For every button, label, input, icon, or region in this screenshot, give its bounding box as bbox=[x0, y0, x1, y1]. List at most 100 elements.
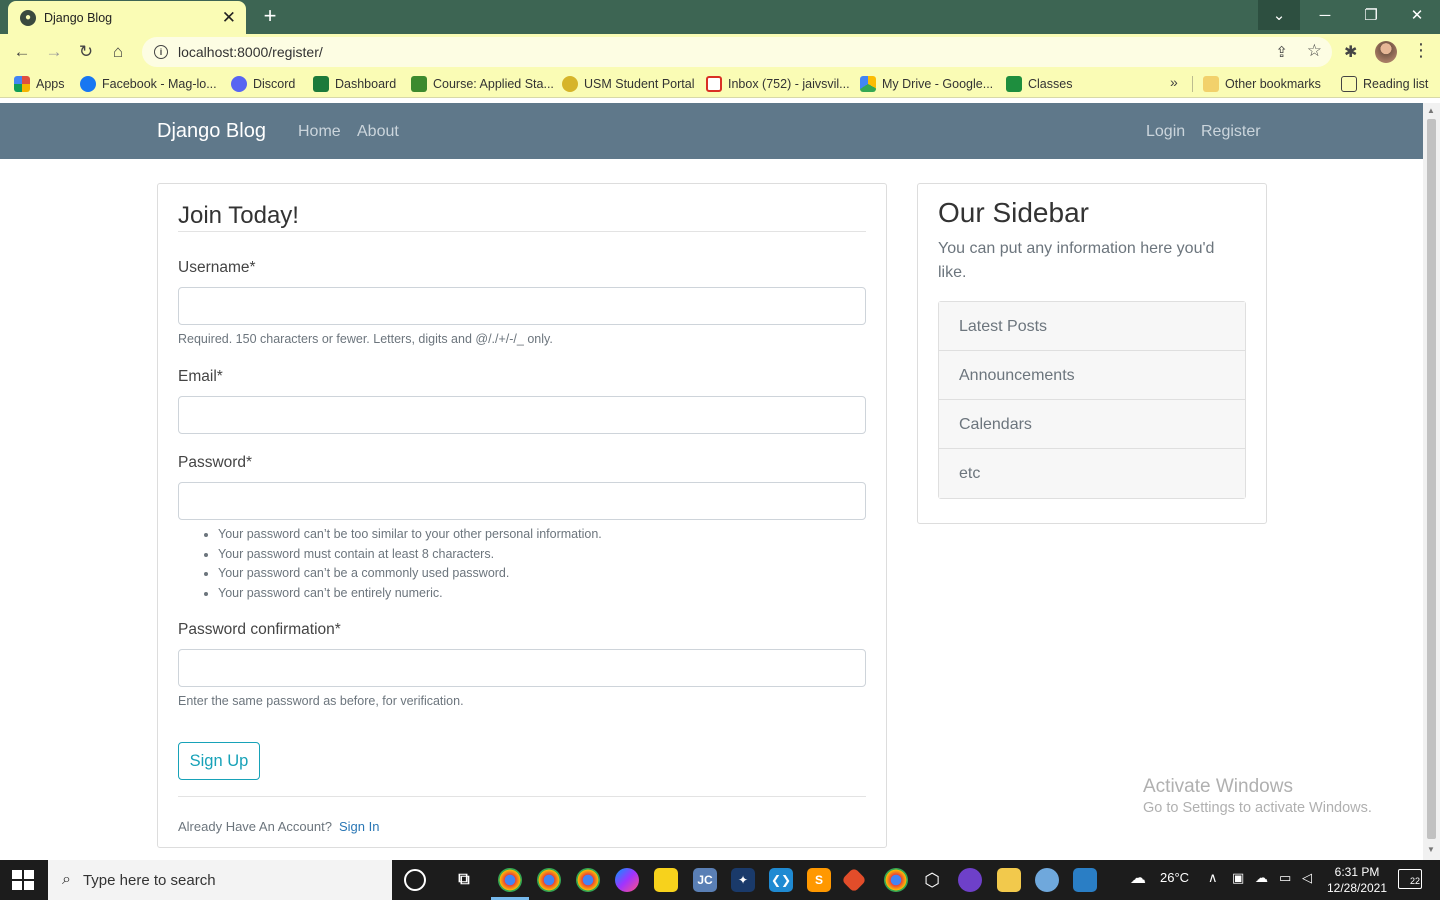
forward-arrow-icon[interactable]: → bbox=[42, 40, 66, 64]
scroll-down-icon[interactable]: ▼ bbox=[1427, 845, 1435, 854]
bookmark-gmail[interactable]: Inbox (752) - jaivsvil... bbox=[706, 76, 850, 92]
search-icon: ⌕ bbox=[62, 871, 71, 888]
email-input[interactable] bbox=[178, 396, 866, 434]
sticky-notes-icon[interactable] bbox=[654, 868, 678, 892]
username-label: Username* bbox=[178, 259, 256, 276]
clock-date: 12/28/2021 bbox=[1326, 881, 1388, 895]
minimize-window-icon[interactable]: ─ bbox=[1302, 0, 1348, 30]
meet-now-icon[interactable]: ▣ bbox=[1232, 870, 1244, 886]
home-icon[interactable]: ⌂ bbox=[106, 40, 130, 64]
new-tab-button[interactable]: + bbox=[258, 4, 282, 28]
tab-close-icon[interactable]: ✕ bbox=[222, 8, 236, 28]
other-bookmarks[interactable]: Other bookmarks bbox=[1203, 76, 1321, 92]
password-confirmation-label: Password confirmation* bbox=[178, 621, 341, 638]
taskbar-search-placeholder: Type here to search bbox=[82, 871, 216, 889]
taskbar-search-box[interactable]: ⌕ Type here to search bbox=[48, 860, 392, 900]
password-help-item: Your password can’t be a commonly used p… bbox=[218, 564, 602, 584]
watermark-subtitle: Go to Settings to activate Windows. bbox=[1143, 800, 1372, 816]
photos-icon[interactable] bbox=[1073, 868, 1097, 892]
task-view-icon[interactable]: ⧉ bbox=[452, 868, 476, 892]
tab-search-chevron-icon[interactable]: ⌄ bbox=[1258, 0, 1300, 30]
github-desktop-icon[interactable] bbox=[958, 868, 982, 892]
browser-tab[interactable]: ● Django Blog ✕ bbox=[8, 1, 246, 34]
site-brand[interactable]: Django Blog bbox=[157, 120, 266, 143]
sidebar-item-calendars[interactable]: Calendars bbox=[939, 400, 1245, 449]
sidebar-item-etc[interactable]: etc bbox=[939, 449, 1245, 498]
more-bookmarks-chevron-icon[interactable]: » bbox=[1170, 74, 1178, 90]
course-icon bbox=[411, 76, 427, 92]
taskbar-clock[interactable]: 6:31 PM 12/28/2021 bbox=[1326, 864, 1388, 896]
chrome-profile-2-icon[interactable] bbox=[576, 868, 600, 892]
google-classroom-icon bbox=[1006, 76, 1022, 92]
share-icon[interactable]: ⇪ bbox=[1275, 43, 1288, 61]
address-url[interactable]: localhost:8000/register/ bbox=[178, 44, 323, 60]
apps-grid-icon bbox=[14, 76, 30, 92]
reload-icon[interactable]: ↻ bbox=[74, 40, 98, 64]
file-explorer-icon[interactable] bbox=[997, 868, 1021, 892]
bookmark-usm-portal[interactable]: USM Student Portal bbox=[562, 76, 694, 92]
sidebar-list: Latest Posts Announcements Calendars etc bbox=[938, 301, 1246, 499]
password-confirmation-input[interactable] bbox=[178, 649, 866, 687]
messenger-icon[interactable] bbox=[615, 868, 639, 892]
discord-icon bbox=[231, 76, 247, 92]
reading-list[interactable]: Reading list bbox=[1341, 76, 1428, 92]
page-scrollbar[interactable]: ▲ ▼ bbox=[1423, 103, 1440, 860]
scrollbar-thumb[interactable] bbox=[1427, 119, 1436, 839]
notification-center-icon[interactable]: 22 bbox=[1398, 869, 1422, 889]
sign-in-link[interactable]: Sign In bbox=[339, 819, 379, 834]
sign-up-button[interactable]: Sign Up bbox=[178, 742, 260, 780]
back-arrow-icon[interactable]: ← bbox=[10, 40, 34, 64]
site-info-icon[interactable]: i bbox=[154, 45, 168, 59]
show-hidden-icons-chevron-icon[interactable]: ∧ bbox=[1208, 870, 1218, 886]
profile-avatar[interactable] bbox=[1375, 41, 1397, 63]
bookmark-google-drive[interactable]: My Drive - Google... bbox=[860, 76, 993, 92]
vscode-icon[interactable]: ❮❯ bbox=[769, 868, 793, 892]
volume-muted-icon[interactable]: ◁ bbox=[1302, 870, 1312, 886]
chrome-profile-icon[interactable] bbox=[537, 868, 561, 892]
nav-home[interactable]: Home bbox=[298, 123, 341, 141]
browser-tab-strip: ● Django Blog ✕ + ⌄ ─ ❐ ✕ bbox=[0, 0, 1440, 34]
scroll-up-icon[interactable]: ▲ bbox=[1427, 106, 1435, 115]
onedrive-icon[interactable]: ☁ bbox=[1255, 870, 1268, 886]
network-icon[interactable]: ▭ bbox=[1279, 870, 1291, 886]
bookmark-facebook[interactable]: Facebook - Mag-lo... bbox=[80, 76, 217, 92]
paint-icon[interactable] bbox=[1035, 868, 1059, 892]
nav-register[interactable]: Register bbox=[1201, 123, 1261, 141]
address-bar[interactable]: i localhost:8000/register/ ⇪ ☆ bbox=[142, 37, 1332, 67]
restore-window-icon[interactable]: ❐ bbox=[1348, 0, 1394, 30]
jamovi-icon[interactable]: JC bbox=[693, 868, 717, 892]
nav-login[interactable]: Login bbox=[1146, 123, 1185, 141]
bookmark-label: Facebook - Mag-lo... bbox=[102, 77, 217, 91]
bookmark-apps[interactable]: Apps bbox=[14, 76, 65, 92]
bookmark-label: Dashboard bbox=[335, 77, 397, 91]
close-window-icon[interactable]: ✕ bbox=[1394, 0, 1440, 30]
bookmark-course[interactable]: Course: Applied Sta... bbox=[411, 76, 554, 92]
chrome-profile-3-icon[interactable] bbox=[884, 868, 908, 892]
password-input[interactable] bbox=[178, 482, 866, 520]
usm-dashboard-icon bbox=[313, 76, 329, 92]
clock-time: 6:31 PM bbox=[1334, 865, 1380, 879]
sidebar-item-latest-posts[interactable]: Latest Posts bbox=[939, 302, 1245, 351]
windows-taskbar: ⌕ Type here to search ⧉ JC ✦ ❮❯ S ⬡ ☁ 26… bbox=[0, 860, 1440, 900]
nav-about[interactable]: About bbox=[357, 123, 399, 141]
bookmark-discord[interactable]: Discord bbox=[231, 76, 295, 92]
bookmark-star-icon[interactable]: ☆ bbox=[1307, 41, 1322, 61]
globe-favicon-icon: ● bbox=[20, 9, 36, 26]
bookmark-classes[interactable]: Classes bbox=[1006, 76, 1072, 92]
virtualbox-icon[interactable]: ⬡ bbox=[920, 868, 944, 892]
sidebar-item-announcements[interactable]: Announcements bbox=[939, 351, 1245, 400]
chrome-icon[interactable] bbox=[498, 868, 522, 892]
git-icon[interactable] bbox=[841, 867, 867, 893]
browser-menu-icon[interactable]: ⋮ bbox=[1412, 40, 1430, 61]
ssms-icon[interactable]: ✦ bbox=[731, 868, 755, 892]
windows-start-icon[interactable] bbox=[12, 870, 34, 890]
cortana-icon[interactable] bbox=[404, 869, 426, 891]
sublime-text-icon[interactable]: S bbox=[807, 868, 831, 892]
weather-temperature[interactable]: 26°C bbox=[1160, 870, 1189, 885]
extensions-puzzle-icon[interactable]: ✱ bbox=[1344, 42, 1357, 62]
username-input[interactable] bbox=[178, 287, 866, 325]
browser-toolbar: ← → ↻ ⌂ i localhost:8000/register/ ⇪ ☆ ✱… bbox=[0, 34, 1440, 70]
weather-cloud-icon[interactable]: ☁ bbox=[1130, 868, 1146, 888]
password-label: Password* bbox=[178, 454, 253, 471]
bookmark-dashboard[interactable]: Dashboard bbox=[313, 76, 396, 92]
